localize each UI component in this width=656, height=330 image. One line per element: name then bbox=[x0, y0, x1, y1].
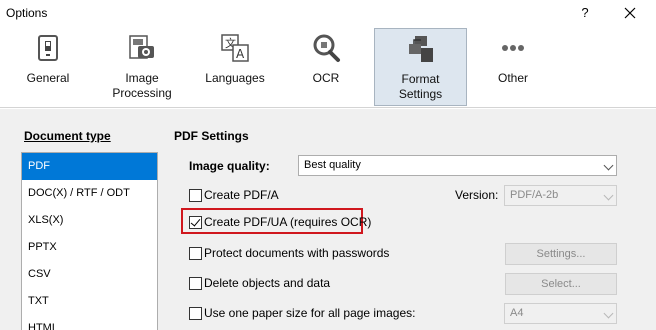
tab-ocr[interactable]: OCR bbox=[290, 28, 362, 106]
tab-languages[interactable]: 文 A Languages bbox=[195, 28, 275, 106]
tab-image-processing-label: Image Processing bbox=[112, 71, 172, 100]
document-type-heading: Document type bbox=[24, 129, 111, 143]
tab-format-settings-label: Format Settings bbox=[398, 72, 443, 101]
close-button[interactable] bbox=[618, 3, 642, 23]
paper-size-value: A4 bbox=[510, 307, 524, 319]
languages-icon: 文 A bbox=[221, 34, 249, 62]
ocr-icon bbox=[313, 34, 340, 62]
tab-general-label: General bbox=[26, 71, 70, 85]
more-icon bbox=[502, 45, 524, 51]
chevron-down-icon bbox=[603, 190, 614, 201]
tab-format-settings[interactable]: Format Settings bbox=[374, 28, 467, 106]
version-label: Version: bbox=[455, 188, 499, 202]
list-item-csv[interactable]: CSV bbox=[22, 261, 157, 288]
tab-image-processing[interactable]: Image Processing bbox=[103, 28, 181, 106]
chevron-down-icon bbox=[603, 160, 614, 171]
create-pdfua-checkbox[interactable] bbox=[189, 216, 202, 229]
select-button[interactable]: Select... bbox=[505, 273, 617, 295]
category-toolbar: General Image Processing 文 A Languages O… bbox=[0, 28, 656, 108]
list-item-xls[interactable]: XLS(X) bbox=[22, 207, 157, 234]
protect-checkbox[interactable] bbox=[189, 247, 202, 260]
tab-languages-label: Languages bbox=[205, 71, 265, 85]
help-button[interactable]: ? bbox=[575, 3, 595, 23]
format-settings-icon bbox=[408, 36, 433, 62]
delete-objects-label: Delete objects and data bbox=[204, 276, 331, 290]
image-quality-value: Best quality bbox=[304, 159, 361, 171]
image-processing-icon bbox=[129, 35, 154, 59]
create-pdfua-label: Create PDF/UA (requires OCR) bbox=[204, 215, 372, 229]
image-quality-label: Image quality: bbox=[189, 159, 270, 173]
svg-text:A: A bbox=[236, 47, 245, 61]
list-item-pptx[interactable]: PPTX bbox=[22, 234, 157, 261]
version-value: PDF/A-2b bbox=[510, 189, 559, 201]
settings-button[interactable]: Settings... bbox=[505, 243, 617, 265]
list-item-html[interactable]: HTML bbox=[22, 315, 157, 330]
paper-size-select[interactable]: A4 bbox=[504, 303, 617, 324]
tab-ocr-label: OCR bbox=[312, 71, 340, 85]
document-type-list[interactable]: PDF DOC(X) / RTF / ODT XLS(X) PPTX CSV T… bbox=[21, 152, 158, 330]
create-pdfa-checkbox[interactable] bbox=[189, 189, 202, 202]
list-item-txt[interactable]: TXT bbox=[22, 288, 157, 315]
pdf-settings-heading: PDF Settings bbox=[174, 129, 249, 143]
general-icon bbox=[38, 35, 58, 61]
tab-other-label: Other bbox=[497, 71, 528, 85]
version-select[interactable]: PDF/A-2b bbox=[504, 185, 617, 206]
title-bar: Options ? bbox=[0, 0, 656, 28]
chevron-down-icon bbox=[603, 308, 614, 319]
protect-label: Protect documents with passwords bbox=[204, 246, 390, 260]
delete-objects-checkbox[interactable] bbox=[189, 277, 202, 290]
tab-other[interactable]: Other bbox=[480, 28, 546, 106]
paper-size-label: Use one paper size for all page images: bbox=[204, 306, 416, 320]
close-icon bbox=[624, 7, 636, 19]
image-quality-select[interactable]: Best quality bbox=[298, 155, 617, 176]
paper-size-checkbox[interactable] bbox=[189, 307, 202, 320]
window-title: Options bbox=[6, 6, 48, 20]
create-pdfa-label: Create PDF/A bbox=[204, 188, 279, 202]
tab-general[interactable]: General bbox=[10, 28, 86, 106]
list-item-doc[interactable]: DOC(X) / RTF / ODT bbox=[22, 180, 157, 207]
list-item-pdf[interactable]: PDF bbox=[22, 153, 157, 180]
